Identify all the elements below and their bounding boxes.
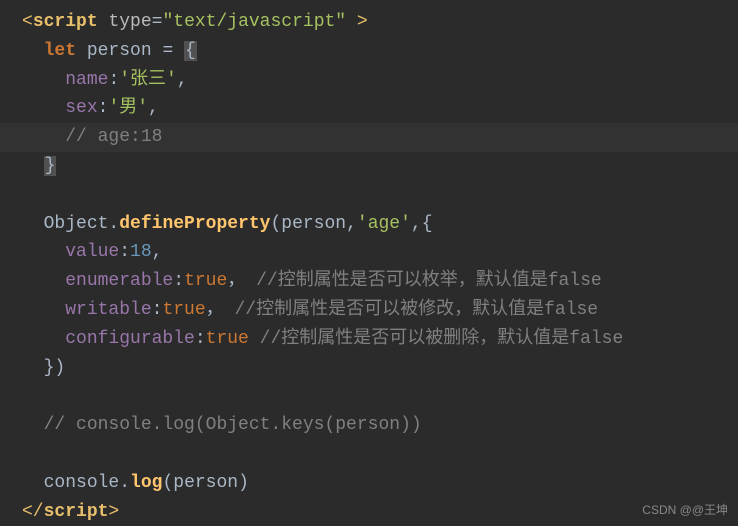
bool-true: true — [184, 271, 227, 291]
bool-true: true — [206, 329, 249, 349]
code-line: let person = { — [0, 37, 738, 66]
comment: // console.log(Object.keys(person)) — [44, 415, 422, 435]
code-line: writable:true， //控制属性是否可以被修改，默认值是false — [0, 296, 738, 325]
code-line: Object.defineProperty(person,'age',{ — [0, 210, 738, 239]
attr-value: "text/javascript" — [162, 12, 346, 32]
keyword-let: let — [44, 41, 76, 61]
tag-open: < — [22, 12, 33, 32]
code-line-blank — [0, 440, 738, 469]
brace-highlight: } — [44, 156, 57, 176]
code-line: // console.log(Object.keys(person)) — [0, 411, 738, 440]
code-line-blank — [0, 181, 738, 210]
watermark: CSDN @@王坤 — [642, 501, 728, 520]
code-line: configurable:true //控制属性是否可以被删除，默认值是fals… — [0, 325, 738, 354]
prop-sex: sex — [65, 98, 97, 118]
string: '男' — [108, 98, 148, 118]
number: 18 — [130, 242, 152, 262]
console-ref: console — [44, 473, 120, 493]
tag-name: script — [44, 502, 109, 522]
code-line: } — [0, 152, 738, 181]
code-line-active: // age:18 — [0, 123, 738, 152]
code-line: sex:'男', — [0, 94, 738, 123]
code-line: value:18, — [0, 238, 738, 267]
code-line-blank — [0, 382, 738, 411]
prop-name: name — [65, 70, 108, 90]
prop-value: value — [65, 242, 119, 262]
object-ref: Object — [44, 214, 109, 234]
brace-highlight: { — [184, 41, 197, 61]
prop-enumerable: enumerable — [65, 271, 173, 291]
bool-true: true — [162, 300, 205, 320]
attr-name: type — [108, 12, 151, 32]
string: '张三' — [119, 70, 177, 90]
tag-close: </ — [22, 502, 44, 522]
func-log: log — [130, 473, 162, 493]
code-line: }) — [0, 354, 738, 383]
comment: //控制属性是否可以枚举，默认值是false — [256, 271, 602, 291]
code-editor: <script type="text/javascript" > let per… — [0, 0, 738, 526]
prop-writable: writable — [65, 300, 151, 320]
code-line: <script type="text/javascript" > — [0, 8, 738, 37]
comment: //控制属性是否可以被修改，默认值是false — [234, 300, 598, 320]
code-line: </script> — [0, 498, 738, 526]
tag-name: script — [33, 12, 98, 32]
comment: //控制属性是否可以被删除，默认值是false — [249, 329, 623, 349]
prop-configurable: configurable — [65, 329, 195, 349]
code-line: name:'张三', — [0, 66, 738, 95]
comment: // age:18 — [65, 127, 162, 147]
func-defineproperty: defineProperty — [119, 214, 270, 234]
code-line: console.log(person) — [0, 469, 738, 498]
code-line: enumerable:true， //控制属性是否可以枚举，默认值是false — [0, 267, 738, 296]
